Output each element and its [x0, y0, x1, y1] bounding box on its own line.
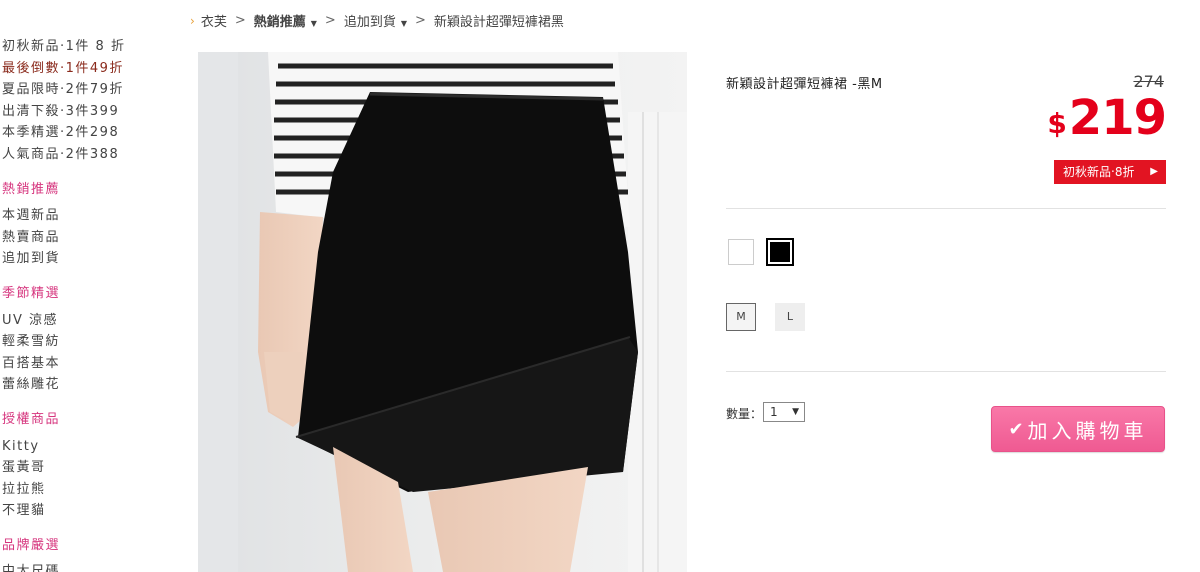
- breadcrumb-restock-link[interactable]: 追加到貨 ▼: [344, 11, 407, 30]
- quantity-label: 數量：: [726, 407, 763, 421]
- original-price: 274: [1133, 72, 1164, 91]
- color-swatch-white[interactable]: [728, 239, 754, 265]
- sidebar-item-season-picks[interactable]: 本季精選‧2件298: [2, 122, 152, 144]
- color-swatch-black[interactable]: [766, 238, 794, 266]
- sidebar-item-lace[interactable]: 蕾絲雕花: [2, 374, 152, 396]
- chevron-down-icon: ▼: [310, 19, 317, 28]
- quantity-select[interactable]: 1 ▼: [763, 402, 805, 422]
- breadcrumb-hot-label: 熱銷推薦: [253, 15, 306, 30]
- sidebar-section-hot[interactable]: 熱銷推薦: [2, 179, 152, 201]
- sidebar-item-countdown[interactable]: 最後倒數‧1件49折: [2, 58, 152, 80]
- sidebar-item-weekly-new[interactable]: 本週新品: [2, 205, 152, 227]
- product-image[interactable]: [198, 52, 687, 572]
- divider: [726, 208, 1166, 209]
- sidebar-section-licensed[interactable]: 授權商品: [2, 409, 152, 431]
- breadcrumb-hot-link[interactable]: 熱銷推薦 ▼: [254, 11, 317, 30]
- size-option-l[interactable]: L: [775, 303, 805, 331]
- sidebar-item-kitty[interactable]: Kitty: [2, 436, 152, 458]
- product-photo: [198, 52, 687, 572]
- sidebar-item-restock[interactable]: 追加到貨: [2, 248, 152, 270]
- add-to-cart-button[interactable]: ✔ 加入購物車: [991, 406, 1165, 452]
- add-to-cart-label: 加入購物車: [1027, 418, 1148, 443]
- divider: [726, 371, 1166, 372]
- sidebar-item-uv-cool[interactable]: UV 涼感: [2, 310, 152, 332]
- breadcrumb-home-link[interactable]: 衣芙: [201, 11, 227, 30]
- size-option-m[interactable]: M: [726, 303, 756, 331]
- breadcrumb-separator: >: [414, 13, 426, 28]
- sidebar-item-rilakkuma[interactable]: 拉拉熊: [2, 479, 152, 501]
- checkmark-icon: ✔: [1008, 418, 1024, 440]
- dropdown-arrow-icon: ▼: [792, 407, 799, 417]
- breadcrumb-current: 新穎設計超彈短褲裙黑: [433, 15, 564, 30]
- sidebar-section-season[interactable]: 季節精選: [2, 283, 152, 305]
- promo-badge[interactable]: 初秋新品‧8折 ▶: [1054, 160, 1166, 184]
- sidebar: 初秋新品‧1件 8 折 最後倒數‧1件49折 夏品限時‧2件79折 出清下殺‧3…: [2, 36, 152, 572]
- breadcrumb-separator: >: [324, 13, 336, 28]
- breadcrumb: › 衣芙 > 熱銷推薦 ▼ > 追加到貨 ▼ > 新穎設計超彈短褲裙黑: [190, 11, 564, 30]
- sidebar-item-gudetama[interactable]: 蛋黃哥: [2, 457, 152, 479]
- sidebar-item-chiffon[interactable]: 輕柔雪紡: [2, 331, 152, 353]
- sidebar-item-autumn-new[interactable]: 初秋新品‧1件 8 折: [2, 36, 152, 58]
- promo-badge-label: 初秋新品‧8折: [1063, 165, 1135, 179]
- play-arrow-icon: ▶: [1150, 166, 1158, 177]
- breadcrumb-restock-label: 追加到貨: [343, 15, 396, 30]
- sidebar-item-best-sellers[interactable]: 熱賣商品: [2, 227, 152, 249]
- breadcrumb-separator: >: [234, 13, 246, 28]
- quantity-value: 1: [770, 405, 778, 419]
- sale-price: $ 219: [1047, 90, 1167, 146]
- breadcrumb-chevron-icon: ›: [190, 13, 195, 28]
- currency-symbol: $: [1047, 107, 1067, 140]
- sidebar-item-clearance[interactable]: 出清下殺‧3件399: [2, 101, 152, 123]
- sidebar-item-plus-size[interactable]: 中大尺碼: [2, 561, 152, 572]
- product-title: 新穎設計超彈短褲裙 -黑M: [726, 77, 883, 92]
- sidebar-section-brand[interactable]: 品牌嚴選: [2, 535, 152, 557]
- sidebar-item-popular[interactable]: 人氣商品‧2件388: [2, 144, 152, 166]
- price-amount: 219: [1068, 90, 1167, 146]
- sidebar-item-cat[interactable]: 不理貓: [2, 500, 152, 522]
- chevron-down-icon: ▼: [400, 19, 407, 28]
- sidebar-item-basics[interactable]: 百搭基本: [2, 353, 152, 375]
- sidebar-item-summer-limited[interactable]: 夏品限時‧2件79折: [2, 79, 152, 101]
